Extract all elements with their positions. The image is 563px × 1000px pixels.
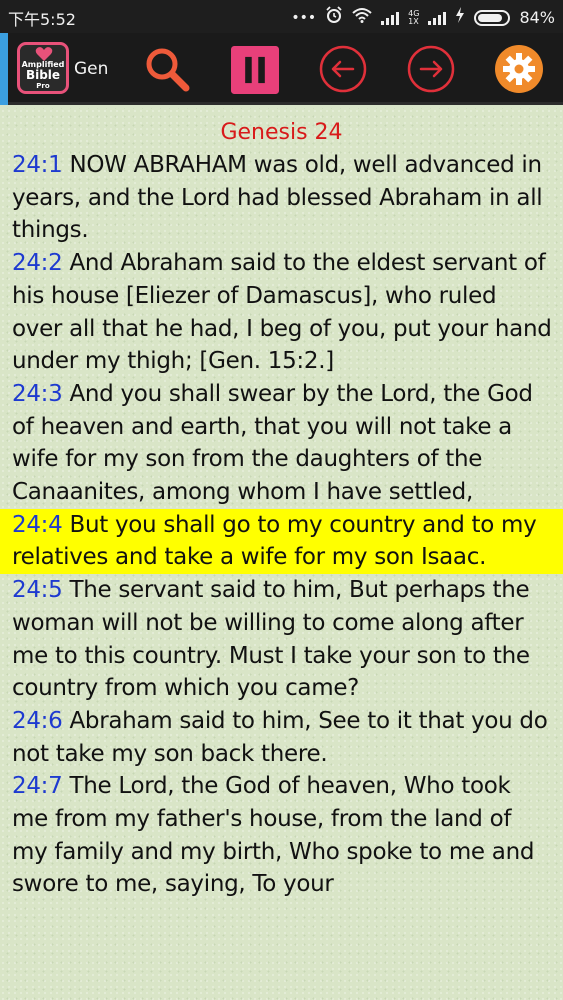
verse-item[interactable]: 24:5 The servant said to him, But perhap… <box>12 574 553 705</box>
chapter-title: Genesis 24 <box>220 120 343 145</box>
status-time: 下午5:52 <box>8 10 76 29</box>
pause-button[interactable] <box>231 46 279 94</box>
verse-ref[interactable]: 24:6 <box>12 708 63 734</box>
logo-line2: Bible <box>25 68 61 82</box>
verse-text: But you shall go to my country and to my… <box>12 511 537 571</box>
app-logo[interactable]: Amplified Bible Pro <box>17 42 69 94</box>
verse-text: NOW ABRAHAM was old, well advanced in ye… <box>12 152 543 244</box>
settings-button[interactable] <box>495 45 543 93</box>
pause-icon <box>231 46 279 94</box>
wifi-icon <box>352 7 372 28</box>
book-selector[interactable]: Gen <box>74 59 108 79</box>
verse-text: And you shall swear by the Lord, the God… <box>12 380 533 506</box>
arrow-left-icon <box>319 45 367 93</box>
search-icon <box>146 48 190 92</box>
network-type-label: 4G 1X <box>408 8 420 26</box>
status-bar: 下午5:52 ••• 4G 1X 84% <box>0 0 563 33</box>
status-icons: ••• 4G 1X 84% <box>291 6 555 29</box>
previous-chapter-button[interactable] <box>319 45 367 93</box>
reader-content[interactable]: Genesis 24 24:1 NOW ABRAHAM was old, wel… <box>0 108 563 1000</box>
verse-item[interactable]: 24:7 The Lord, the God of heaven, Who to… <box>12 770 553 901</box>
verse-text: The Lord, the God of heaven, Who took me… <box>12 773 535 898</box>
logo-line3: Pro <box>36 82 50 90</box>
signal-icon-1 <box>381 11 400 25</box>
verse-ref[interactable]: 24:2 <box>12 250 63 276</box>
verse-text: The servant said to him, But perhaps the… <box>12 577 530 702</box>
verse-item[interactable]: 24:4 But you shall go to my country and … <box>0 508 563 575</box>
verse-ref[interactable]: 24:3 <box>12 381 63 407</box>
verse-item[interactable]: 24:3 And you shall swear by the Lord, th… <box>12 378 553 509</box>
verse-text: And Abraham said to the eldest servant o… <box>12 250 552 375</box>
gear-icon <box>495 45 543 93</box>
verse-list: 24:1 NOW ABRAHAM was old, well advanced … <box>0 149 563 901</box>
verse-ref[interactable]: 24:7 <box>12 773 63 799</box>
verse-ref[interactable]: 24:4 <box>12 512 63 538</box>
verse-item[interactable]: 24:1 NOW ABRAHAM was old, well advanced … <box>12 149 553 247</box>
battery-percent: 84% <box>519 8 555 27</box>
verse-item[interactable]: 24:6 Abraham said to him, See to it that… <box>12 705 553 770</box>
battery-icon <box>474 9 511 26</box>
verse-ref[interactable]: 24:5 <box>12 577 63 603</box>
drawer-edge[interactable] <box>0 33 8 105</box>
signal-icon-2 <box>428 11 447 25</box>
alarm-icon <box>325 6 343 29</box>
verse-text: Abraham said to him, See to it that you … <box>12 707 548 767</box>
verse-ref[interactable]: 24:1 <box>12 152 63 178</box>
verse-item[interactable]: 24:2 And Abraham said to the eldest serv… <box>12 247 553 378</box>
more-dots-icon: ••• <box>291 9 317 26</box>
next-chapter-button[interactable] <box>407 45 455 93</box>
search-button[interactable] <box>143 45 191 93</box>
app-toolbar: Amplified Bible Pro Gen <box>0 33 563 105</box>
arrow-right-icon <box>407 45 455 93</box>
charging-icon <box>455 7 465 28</box>
